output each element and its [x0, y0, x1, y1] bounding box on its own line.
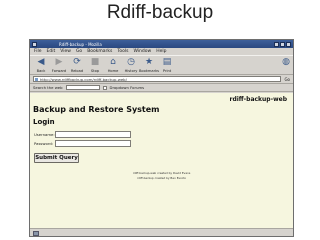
go-button[interactable]: Go	[284, 77, 290, 82]
history-button[interactable]: ◷ History	[123, 57, 139, 74]
footer-credit-1: rdiff-backup-web created by David Evans	[132, 171, 191, 175]
address-bar: http://www.rdiffbackup.com/rdiff-backup-…	[30, 75, 293, 84]
bookmarks-icon: ★	[144, 57, 154, 67]
forward-button[interactable]: ▶ Forward	[51, 57, 67, 74]
search-option-label: Dropdown Forums	[109, 85, 145, 90]
search-bar: Search the web Dropdown Forums	[30, 84, 293, 92]
close-icon[interactable]	[286, 41, 291, 47]
page-content: rdiff-backup-web Backup and Restore Syst…	[30, 93, 293, 228]
throbber-icon: ◍	[282, 57, 290, 67]
stop-icon: ■	[90, 57, 100, 67]
history-label: History	[124, 69, 138, 73]
home-label: Home	[107, 69, 119, 73]
stop-label: Stop	[90, 69, 100, 73]
reload-icon: ⟳	[73, 57, 81, 67]
menu-view[interactable]: View	[60, 49, 71, 54]
page-heading: Backup and Restore System	[33, 105, 160, 114]
minimize-icon[interactable]	[274, 41, 279, 47]
menu-bar: File Edit View Go Bookmarks Tools Window…	[30, 48, 293, 55]
bookmarks-button[interactable]: ★ Bookmarks	[138, 57, 160, 74]
reload-button[interactable]: ⟳ Reload	[69, 57, 85, 74]
home-icon: ⌂	[110, 57, 116, 67]
status-bar	[30, 228, 293, 236]
stop-button[interactable]: ■ Stop	[87, 57, 103, 74]
window-title: Rdiff-backup - Mozilla	[59, 41, 102, 47]
username-input[interactable]	[55, 131, 131, 138]
password-label: Password:	[34, 141, 54, 146]
back-arrow-icon: ◀	[37, 57, 45, 67]
username-label: Username:	[34, 132, 55, 137]
username-row: Username:	[34, 131, 131, 138]
status-icon	[33, 230, 39, 236]
window-menu-icon[interactable]	[32, 41, 37, 47]
search-input[interactable]	[65, 85, 100, 90]
back-button[interactable]: ◀ Back	[33, 57, 49, 74]
search-option-checkbox[interactable]	[102, 85, 107, 90]
footer-credit-2: rdiff-backup created by Ben Escoto	[136, 176, 187, 180]
password-row: Password:	[34, 140, 131, 147]
browser-window: Rdiff-backup - Mozilla File Edit View Go…	[29, 39, 294, 237]
print-button[interactable]: ▤ Print	[159, 57, 175, 74]
menu-bookmarks[interactable]: Bookmarks	[87, 49, 112, 54]
window-titlebar: Rdiff-backup - Mozilla	[30, 40, 293, 48]
forward-label: Forward	[51, 69, 67, 73]
login-heading: Login	[33, 118, 55, 126]
forward-arrow-icon: ▶	[55, 57, 63, 67]
menu-go[interactable]: Go	[76, 49, 82, 54]
menu-help[interactable]: Help	[156, 49, 166, 54]
menu-edit[interactable]: Edit	[47, 49, 56, 54]
window-controls	[274, 41, 291, 47]
home-button[interactable]: ⌂ Home	[105, 57, 121, 74]
menu-tools[interactable]: Tools	[117, 49, 128, 54]
navigation-toolbar: ◀ Back ▶ Forward ⟳ Reload ■ Stop ⌂ Home …	[30, 55, 293, 75]
slide-title: Rdiff-backup	[106, 2, 214, 23]
maximize-icon[interactable]	[280, 41, 285, 47]
menu-window[interactable]: Window	[133, 49, 151, 54]
menu-file[interactable]: File	[34, 49, 42, 54]
site-brand: rdiff-backup-web	[229, 96, 287, 103]
print-icon: ▤	[162, 57, 172, 67]
submit-query-button[interactable]: Submit Query	[34, 153, 79, 163]
reload-label: Reload	[70, 69, 84, 73]
bookmarks-label: Bookmarks	[138, 69, 160, 73]
history-icon: ◷	[127, 57, 135, 67]
password-input[interactable]	[55, 140, 131, 147]
url-input[interactable]: http://www.rdiffbackup.com/rdiff-backup-…	[33, 76, 282, 82]
search-label: Search the web	[33, 85, 63, 90]
back-label: Back	[36, 69, 46, 73]
print-label: Print	[162, 69, 172, 73]
